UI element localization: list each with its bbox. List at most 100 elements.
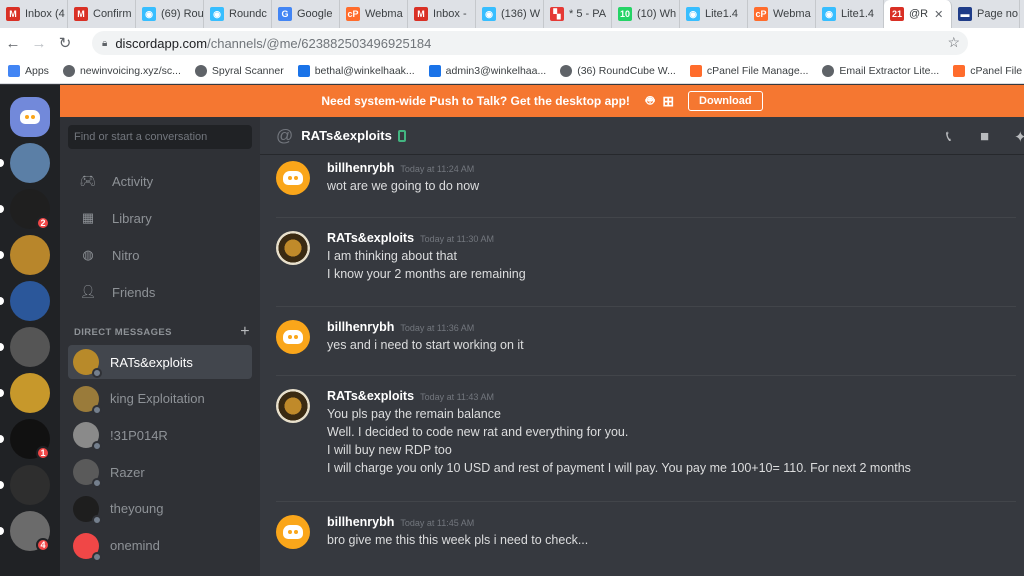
browser-tab[interactable]: cP Webma — [340, 0, 408, 28]
status-indicator — [92, 441, 102, 452]
browser-tab[interactable]: cP Webma — [748, 0, 816, 28]
browser-tab[interactable]: M Inbox (4 — [0, 0, 68, 28]
server-wings-icon[interactable] — [10, 373, 50, 413]
browser-tab[interactable]: M Confirm — [68, 0, 136, 28]
tab-title: Webma — [365, 8, 403, 20]
dm-item[interactable]: theyoung — [68, 492, 252, 526]
username[interactable]: billhenrybh — [327, 320, 394, 334]
roundcube-icon: ◉ — [686, 7, 700, 21]
browser-tab[interactable]: ◉ (69) Rou — [136, 0, 204, 28]
nav-nitro[interactable]: ◍ Nitro — [68, 238, 252, 272]
dm-item[interactable]: Razer — [68, 455, 252, 489]
browser-tab[interactable]: ▬ Page no — [952, 0, 1020, 28]
discord-logo-icon — [283, 525, 303, 539]
reload-icon[interactable]: ↻ — [52, 34, 78, 52]
browser-tab[interactable]: M Inbox - — [408, 0, 476, 28]
user-avatar[interactable] — [276, 231, 310, 265]
browser-tab[interactable]: ◉ Lite1.4 — [680, 0, 748, 28]
timestamp: Today at 11:45 AM — [400, 518, 475, 528]
nav-activity[interactable]: 🎮︎ Activity — [68, 164, 252, 198]
bookmark-label: cPanel File Manage... — [706, 64, 809, 77]
bookmark-item[interactable]: cPanel File Man — [953, 64, 1024, 77]
server-hacker-icon[interactable] — [10, 465, 50, 505]
browser-tab[interactable]: ◉ Lite1.4 — [816, 0, 884, 28]
unread-indicator — [0, 205, 4, 213]
url-host: discordapp.com — [115, 35, 208, 51]
bookmarks-bar: Apps newinvoicing.xyz/sc... Spyral Scanner… — [0, 58, 1024, 84]
tab-title: Lite1.4 — [705, 8, 739, 20]
forward-arrow-icon[interactable]: → — [26, 35, 52, 52]
username[interactable]: billhenrybh — [327, 515, 394, 529]
status-indicator — [92, 368, 102, 378]
mail-icon — [297, 64, 310, 77]
discord-home-icon[interactable] — [10, 97, 50, 137]
create-dm-plus-icon[interactable]: + — [240, 323, 250, 341]
tab-title: Confirm — [93, 8, 132, 20]
apps-grid-icon — [8, 64, 20, 77]
browser-tab[interactable]: G Google — [272, 0, 340, 28]
browser-tab[interactable]: ◉ (136) W — [476, 0, 544, 28]
bookmark-item[interactable]: cPanel File Manage... — [689, 64, 809, 77]
user-avatar[interactable] — [276, 161, 310, 195]
dm-name: RATs&exploits — [110, 354, 193, 370]
user-avatar[interactable] — [276, 515, 310, 549]
bookmark-item[interactable]: newinvoicing.xyz/sc... — [62, 64, 181, 77]
call-icon[interactable]: 📞︎ — [946, 128, 951, 145]
dm-sidebar: Find or start a conversation 🎮︎ Activity ▦… — [60, 117, 260, 576]
globe-icon — [194, 64, 207, 77]
dm-item[interactable]: !31P014R — [68, 418, 252, 452]
nav-friends[interactable]: 👤︎ Friends — [68, 275, 252, 309]
server-leopard-icon[interactable] — [10, 235, 50, 275]
server-word-icon[interactable] — [10, 281, 50, 321]
browser-tab[interactable]: ◉ Roundc — [204, 0, 272, 28]
dm-name: king Exploitation — [110, 391, 205, 407]
globe-icon — [560, 64, 573, 77]
browser-tab[interactable]: 10 (10) Wh — [612, 0, 680, 28]
mention-badge: 4 — [36, 538, 50, 552]
bookmark-item[interactable]: bethal@winkelhaak... — [297, 64, 415, 77]
roundcube-icon: ◉ — [482, 7, 496, 21]
unread-indicator — [0, 251, 4, 259]
bookmark-label: Email Extractor Lite... — [839, 64, 940, 77]
address-bar[interactable]: 🔒︎ discordapp.com/channels/@me/623882503… — [92, 31, 968, 55]
dm-item[interactable]: RATs&exploits — [68, 345, 252, 379]
pin-icon[interactable]: ✦ — [1014, 128, 1024, 146]
gmail-icon: M — [6, 7, 20, 21]
nav-library[interactable]: ▦ Library — [68, 201, 252, 235]
username[interactable]: billhenrybh — [327, 161, 394, 175]
banner-text: Need system-wide Push to Talk? Get the d… — [321, 94, 630, 108]
whatsapp-icon: 10 — [618, 7, 632, 21]
browser-tab[interactable]: ▚ * 5 - PA — [544, 0, 612, 28]
bookmark-label: (36) RoundCube W... — [577, 64, 676, 77]
address-toolbar: ← → ↻ 🔒︎ discordapp.com/channels/@me/623… — [0, 28, 1024, 78]
user-avatar[interactable] — [276, 389, 310, 423]
bookmark-item[interactable]: admin3@winkelhaa... — [428, 64, 546, 77]
chat-header: @ RATs&exploits 📞︎ ■ ✦ — [260, 117, 1024, 155]
bookmark-item[interactable]: (36) RoundCube W... — [560, 64, 676, 77]
dm-item[interactable]: king Exploitation — [68, 382, 252, 416]
search-input[interactable]: Find or start a conversation — [68, 125, 252, 149]
bookmark-item[interactable]: Spyral Scanner — [194, 64, 284, 77]
message-text: I am thinking about that — [327, 249, 457, 263]
back-arrow-icon[interactable]: ← — [0, 35, 26, 52]
tab-title: Roundc — [229, 8, 267, 20]
unread-indicator — [0, 481, 4, 489]
download-button[interactable]: Download — [688, 91, 763, 111]
close-tab-icon[interactable]: ✕ — [934, 8, 943, 21]
bookmark-star-icon[interactable]: ☆ — [947, 34, 960, 51]
server-mask-icon[interactable] — [10, 327, 50, 367]
username[interactable]: RATs&exploits — [327, 389, 414, 403]
bookmark-item[interactable]: Apps — [8, 64, 49, 77]
unread-indicator — [0, 343, 4, 351]
browser-tab[interactable]: 21 @R ✕ — [884, 0, 952, 28]
timestamp: Today at 11:43 AM — [420, 392, 494, 402]
dm-item[interactable]: onemind — [68, 529, 252, 563]
video-call-icon[interactable]: ■ — [980, 128, 989, 145]
username[interactable]: RATs&exploits — [327, 231, 414, 245]
user-avatar[interactable] — [276, 320, 310, 354]
nav-label: Friends — [112, 284, 156, 300]
bookmark-item[interactable]: Email Extractor Lite... — [822, 64, 940, 77]
server-a-icon[interactable] — [10, 143, 50, 183]
avatar — [73, 385, 102, 415]
page-icon: ▬ — [958, 7, 972, 21]
